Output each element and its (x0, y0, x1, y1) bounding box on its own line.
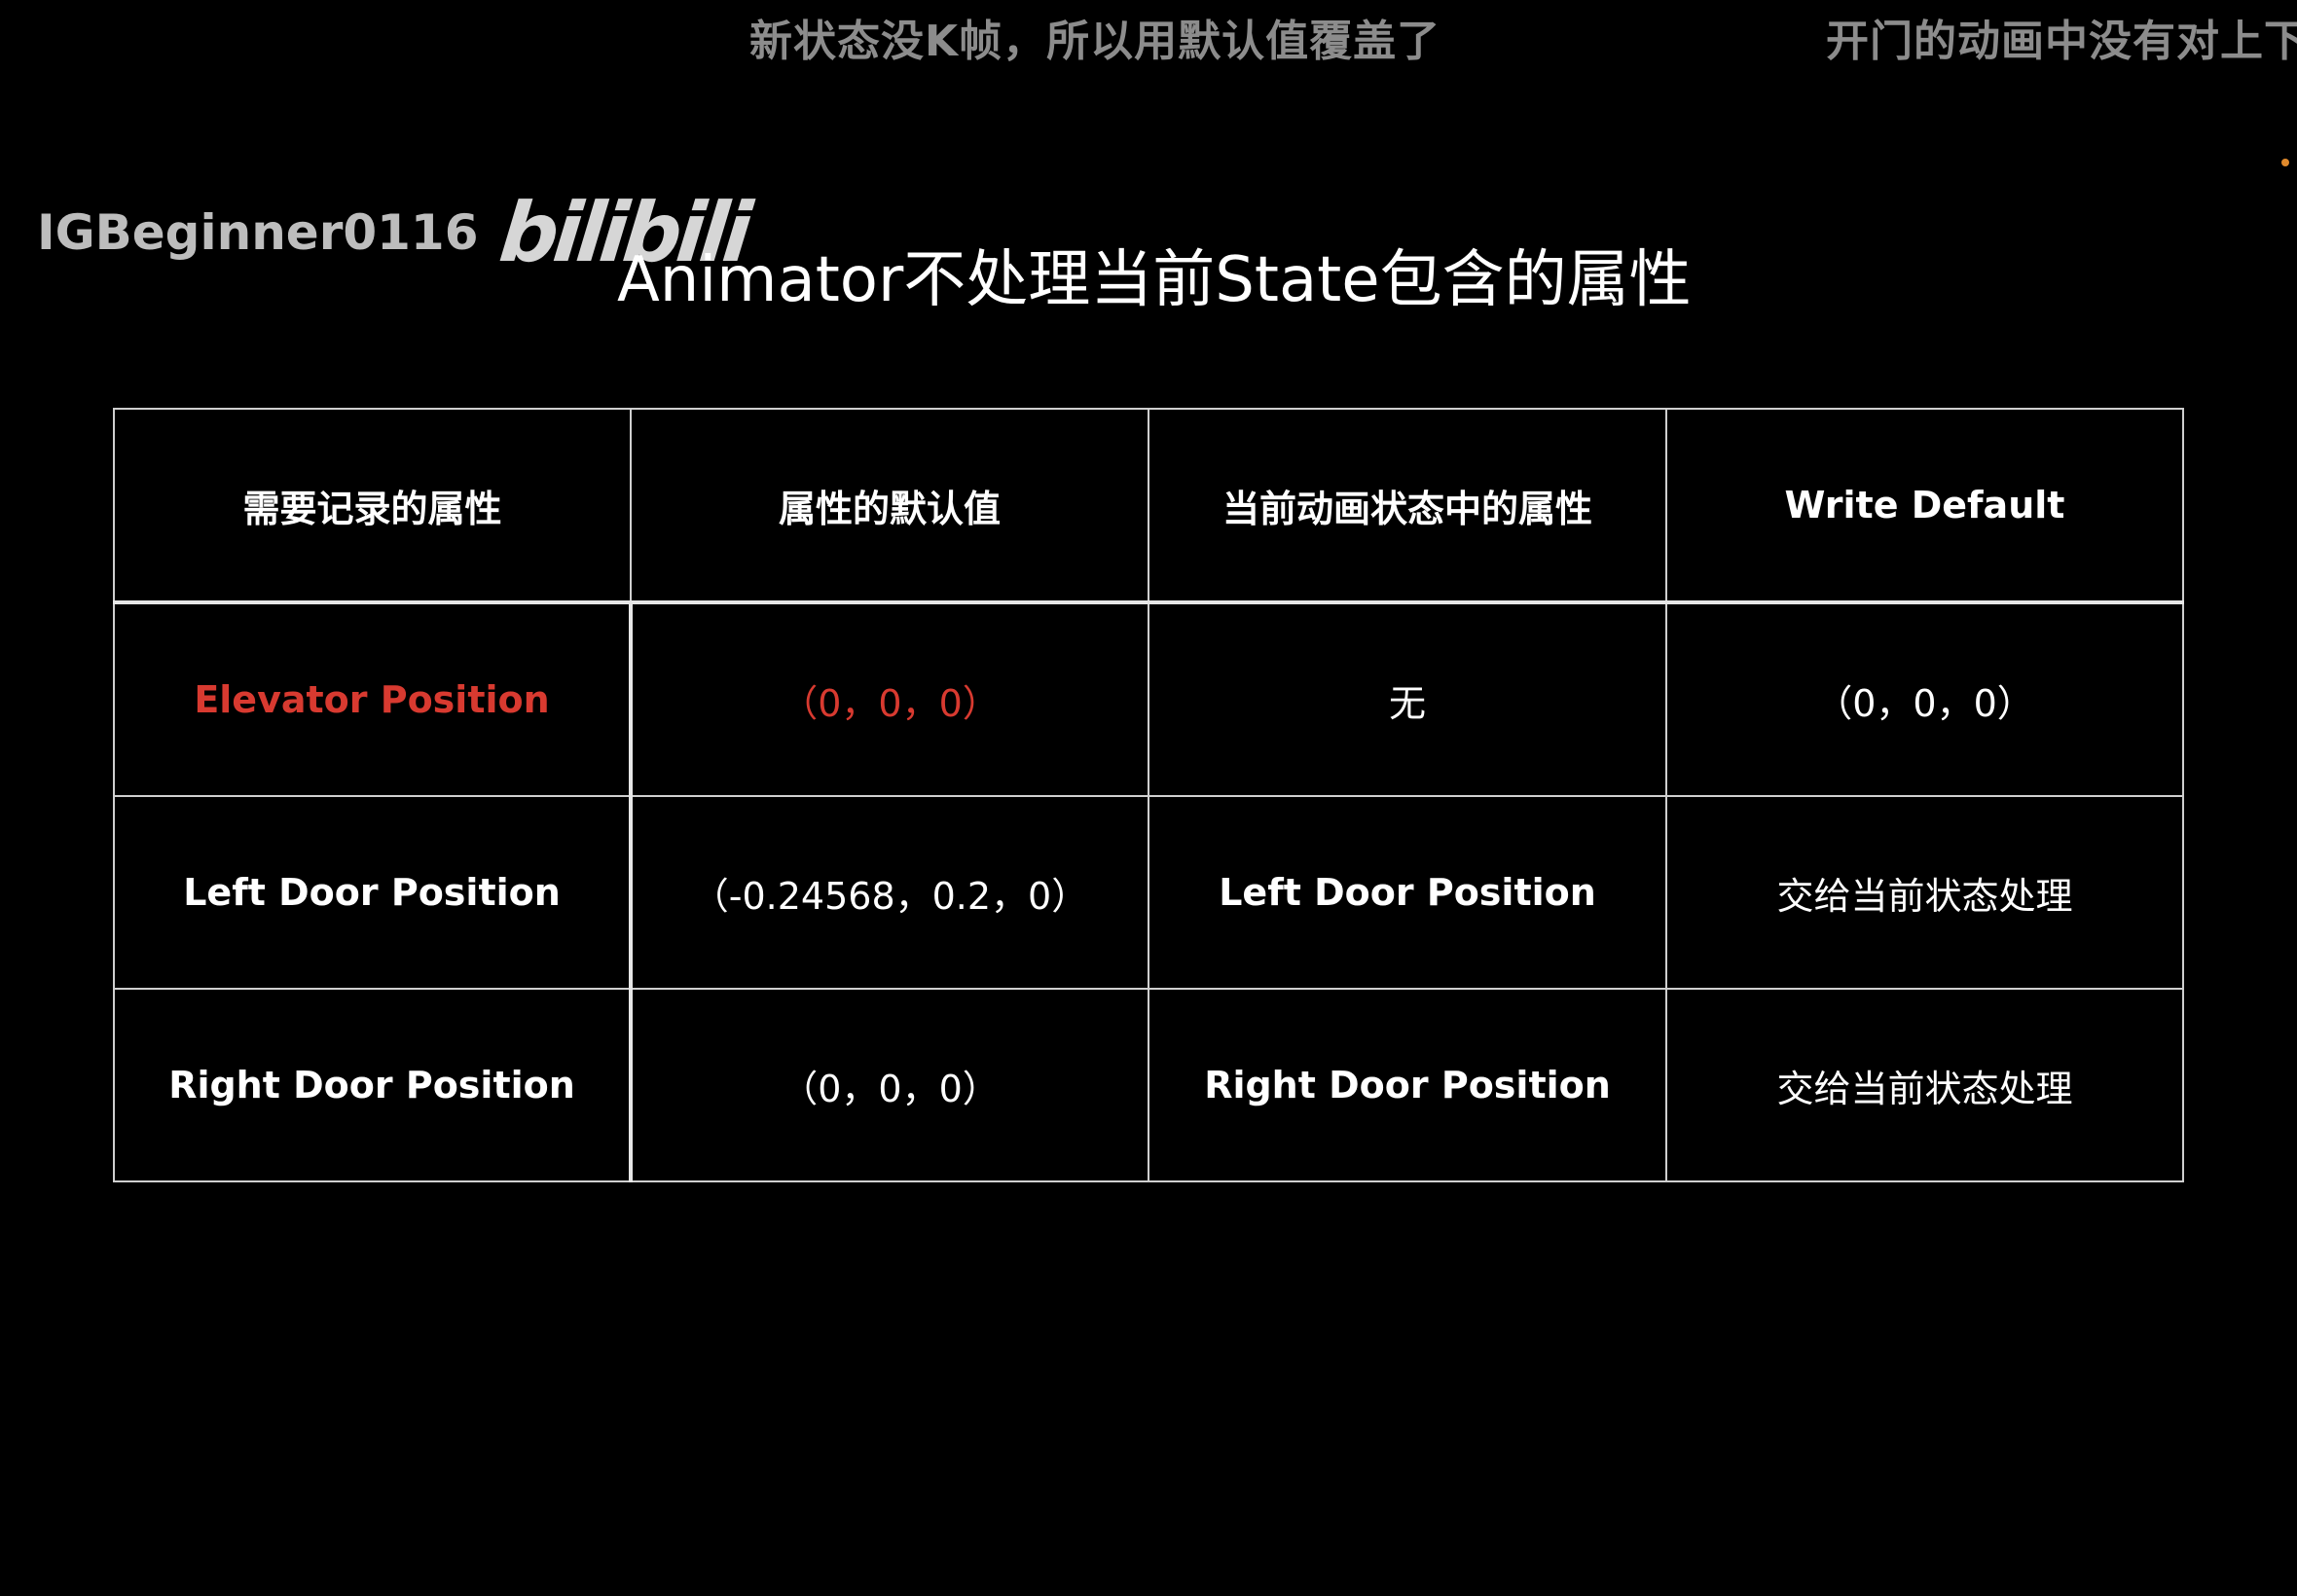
watermark-username: IGBeginner0116 (37, 204, 479, 261)
cell-current-state-property: Right Door Position (1148, 988, 1667, 1182)
header-current-state-property: 当前动画状态中的属性 (1148, 408, 1667, 604)
cell-default-value: （0，0，0） (630, 988, 1149, 1182)
table-header-row: 需要记录的属性 属性的默认值 当前动画状态中的属性 Write Default (113, 408, 2184, 604)
cell-write-default: （0，0，0） (1665, 601, 2184, 797)
header-property: 需要记录的属性 (113, 408, 632, 604)
cell-property: Left Door Position (113, 795, 633, 990)
cell-write-default: 交给当前状态处理 (1665, 795, 2184, 990)
cell-property: Right Door Position (113, 988, 633, 1182)
properties-table: 需要记录的属性 属性的默认值 当前动画状态中的属性 Write Default … (113, 408, 2184, 1182)
table-row: Elevator Position （0，0，0） 无 （0，0，0） (113, 601, 2184, 797)
cell-write-default: 交给当前状态处理 (1665, 988, 2184, 1182)
cell-current-state-property: 无 (1148, 601, 1667, 797)
cell-property: Elevator Position (113, 601, 633, 797)
table-row: Right Door Position （0，0，0） Right Door P… (113, 988, 2184, 1182)
cell-current-state-property: Left Door Position (1148, 795, 1667, 990)
danmaku-comment: 开门的动画中没有对上下 (1826, 17, 2297, 66)
cell-default-value: （0，0，0） (630, 601, 1149, 797)
danmaku-comment: 新状态没K帧，所以用默认值覆盖了 (749, 17, 1441, 66)
table-row: Left Door Position （-0.24568，0.2，0） Left… (113, 795, 2184, 990)
header-write-default: Write Default (1665, 408, 2184, 604)
slide-title: Animator不处理当前State包含的属性 (617, 244, 1692, 316)
indicator-dot (2281, 159, 2289, 166)
cell-default-value: （-0.24568，0.2，0） (630, 795, 1149, 990)
header-default-value: 属性的默认值 (630, 408, 1149, 604)
